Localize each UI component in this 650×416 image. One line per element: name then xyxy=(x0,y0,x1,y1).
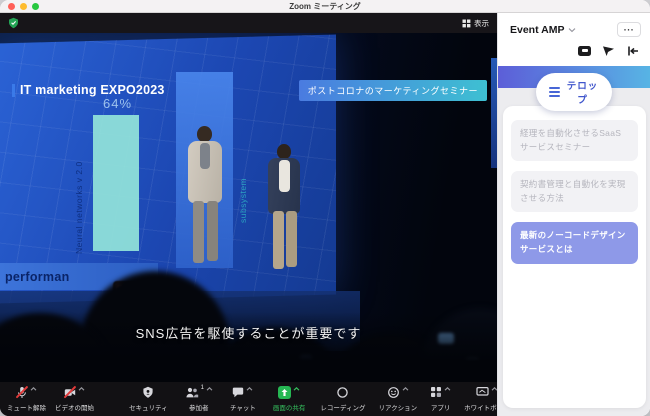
telop-item-selected[interactable]: 最新のノーコードデザインサービスとは xyxy=(511,222,638,263)
grid-view-icon xyxy=(462,19,471,28)
participants-icon xyxy=(185,386,199,399)
telop-item[interactable]: 経理を自動化させるSaaSサービスセミナー xyxy=(511,120,638,161)
presenter-2-shirt xyxy=(279,160,290,192)
chevron-up-icon[interactable] xyxy=(246,386,253,392)
chevron-up-icon[interactable] xyxy=(402,386,409,392)
unmute-button[interactable]: ミュート解除 xyxy=(7,386,46,412)
apps-button[interactable]: アプリ xyxy=(430,386,451,412)
camera-off-icon xyxy=(64,386,76,399)
telop-item[interactable]: 契約書管理と自動化を実現させる方法 xyxy=(511,171,638,212)
start-video-button[interactable]: ビデオの開始 xyxy=(55,386,94,412)
presenter-2-head xyxy=(277,144,291,159)
camera-action-button[interactable] xyxy=(576,44,593,57)
slide-title: IT marketing EXPO2023 xyxy=(12,83,165,97)
share-screen-button[interactable]: 画面の共有 xyxy=(273,386,306,412)
hamburger-icon xyxy=(549,87,560,96)
presenter-1-shirt xyxy=(200,143,210,169)
panel-header: Event AMP ··· xyxy=(498,13,650,42)
chevron-up-icon[interactable] xyxy=(30,386,37,392)
reactions-button[interactable]: リアクション xyxy=(378,386,417,412)
security-button[interactable]: セキュリティ xyxy=(129,386,168,412)
chat-bubble-icon xyxy=(232,386,244,399)
video-topbar: 表示 xyxy=(0,13,497,33)
slide-badge: ポストコロナのマーケティングセミナー xyxy=(299,80,487,101)
video-area: 表示 64% Neural networks v 2.0 subsystem I… xyxy=(0,13,497,416)
presenter-1-leg xyxy=(193,201,204,263)
chart-bar-label-2: subsystem xyxy=(238,153,248,223)
chevron-up-icon[interactable] xyxy=(293,386,300,392)
chart-bar-teal xyxy=(93,115,139,251)
presenter-2-leg xyxy=(273,211,284,269)
chevron-up-icon[interactable] xyxy=(206,386,213,392)
record-icon xyxy=(336,386,349,399)
send-icon xyxy=(602,45,615,57)
chart-bar-value: 64% xyxy=(103,96,132,111)
window-titlebar: Zoom ミーティング xyxy=(0,0,650,13)
collapse-left-icon xyxy=(626,45,639,57)
presenter-1-head xyxy=(197,126,212,142)
shield-icon xyxy=(142,386,154,399)
view-button[interactable]: 表示 xyxy=(462,18,489,29)
meeting-toolbar: ミュート解除 ビデオの開始 セキュリティ xyxy=(0,382,497,416)
telop-card: 経理を自動化させるSaaSサービスセミナー 契約書管理と自動化を実現させる方法 … xyxy=(503,106,646,408)
slide-title-tick xyxy=(12,84,15,97)
microphone-muted-icon xyxy=(16,386,28,399)
chart-bar-label: Neural networks v 2.0 xyxy=(74,149,84,254)
telop-button[interactable]: テロップ xyxy=(536,73,612,111)
window-title: Zoom ミーティング xyxy=(0,1,650,12)
send-action-button[interactable] xyxy=(600,44,617,57)
telop-gradient-bar: テロップ xyxy=(498,66,650,88)
panel-title[interactable]: Event AMP xyxy=(510,24,564,36)
chevron-up-icon[interactable] xyxy=(78,386,85,392)
view-button-label: 表示 xyxy=(474,18,489,29)
camera-icon xyxy=(578,46,591,56)
video-caption: SNS広告を駆使することが重要です xyxy=(0,323,497,342)
chat-button[interactable]: チャット xyxy=(230,386,256,412)
encryption-shield-icon[interactable] xyxy=(8,17,19,29)
chevron-down-icon[interactable] xyxy=(568,27,576,33)
collapse-action-button[interactable] xyxy=(624,44,641,57)
more-options-button[interactable]: ··· xyxy=(617,22,641,37)
zoom-meeting-window: Zoom ミーティング 表示 64% Neural networks v 2.0… xyxy=(0,0,650,416)
event-amp-panel: Event AMP ··· テロップ 経理を自動化させるSaaSサービスセミナ xyxy=(497,13,650,416)
record-button[interactable]: レコーディング xyxy=(320,386,365,412)
screen-share-icon xyxy=(278,386,291,399)
telop-list-area: 経理を自動化させるSaaSサービスセミナー 契約書管理と自動化を実現させる方法 … xyxy=(498,88,650,416)
presenter-1-leg xyxy=(207,201,218,261)
apps-grid-icon xyxy=(430,386,442,398)
presenter-2-leg xyxy=(286,211,297,267)
panel-action-buttons xyxy=(498,42,650,66)
participant-count: 1 xyxy=(201,385,204,391)
participants-button[interactable]: 1 参加者 xyxy=(185,386,213,412)
chevron-up-icon[interactable] xyxy=(444,386,451,392)
whiteboard-icon xyxy=(476,386,489,398)
presentation-video: 64% Neural networks v 2.0 subsystem IT m… xyxy=(0,33,497,382)
smiley-icon xyxy=(387,386,400,399)
